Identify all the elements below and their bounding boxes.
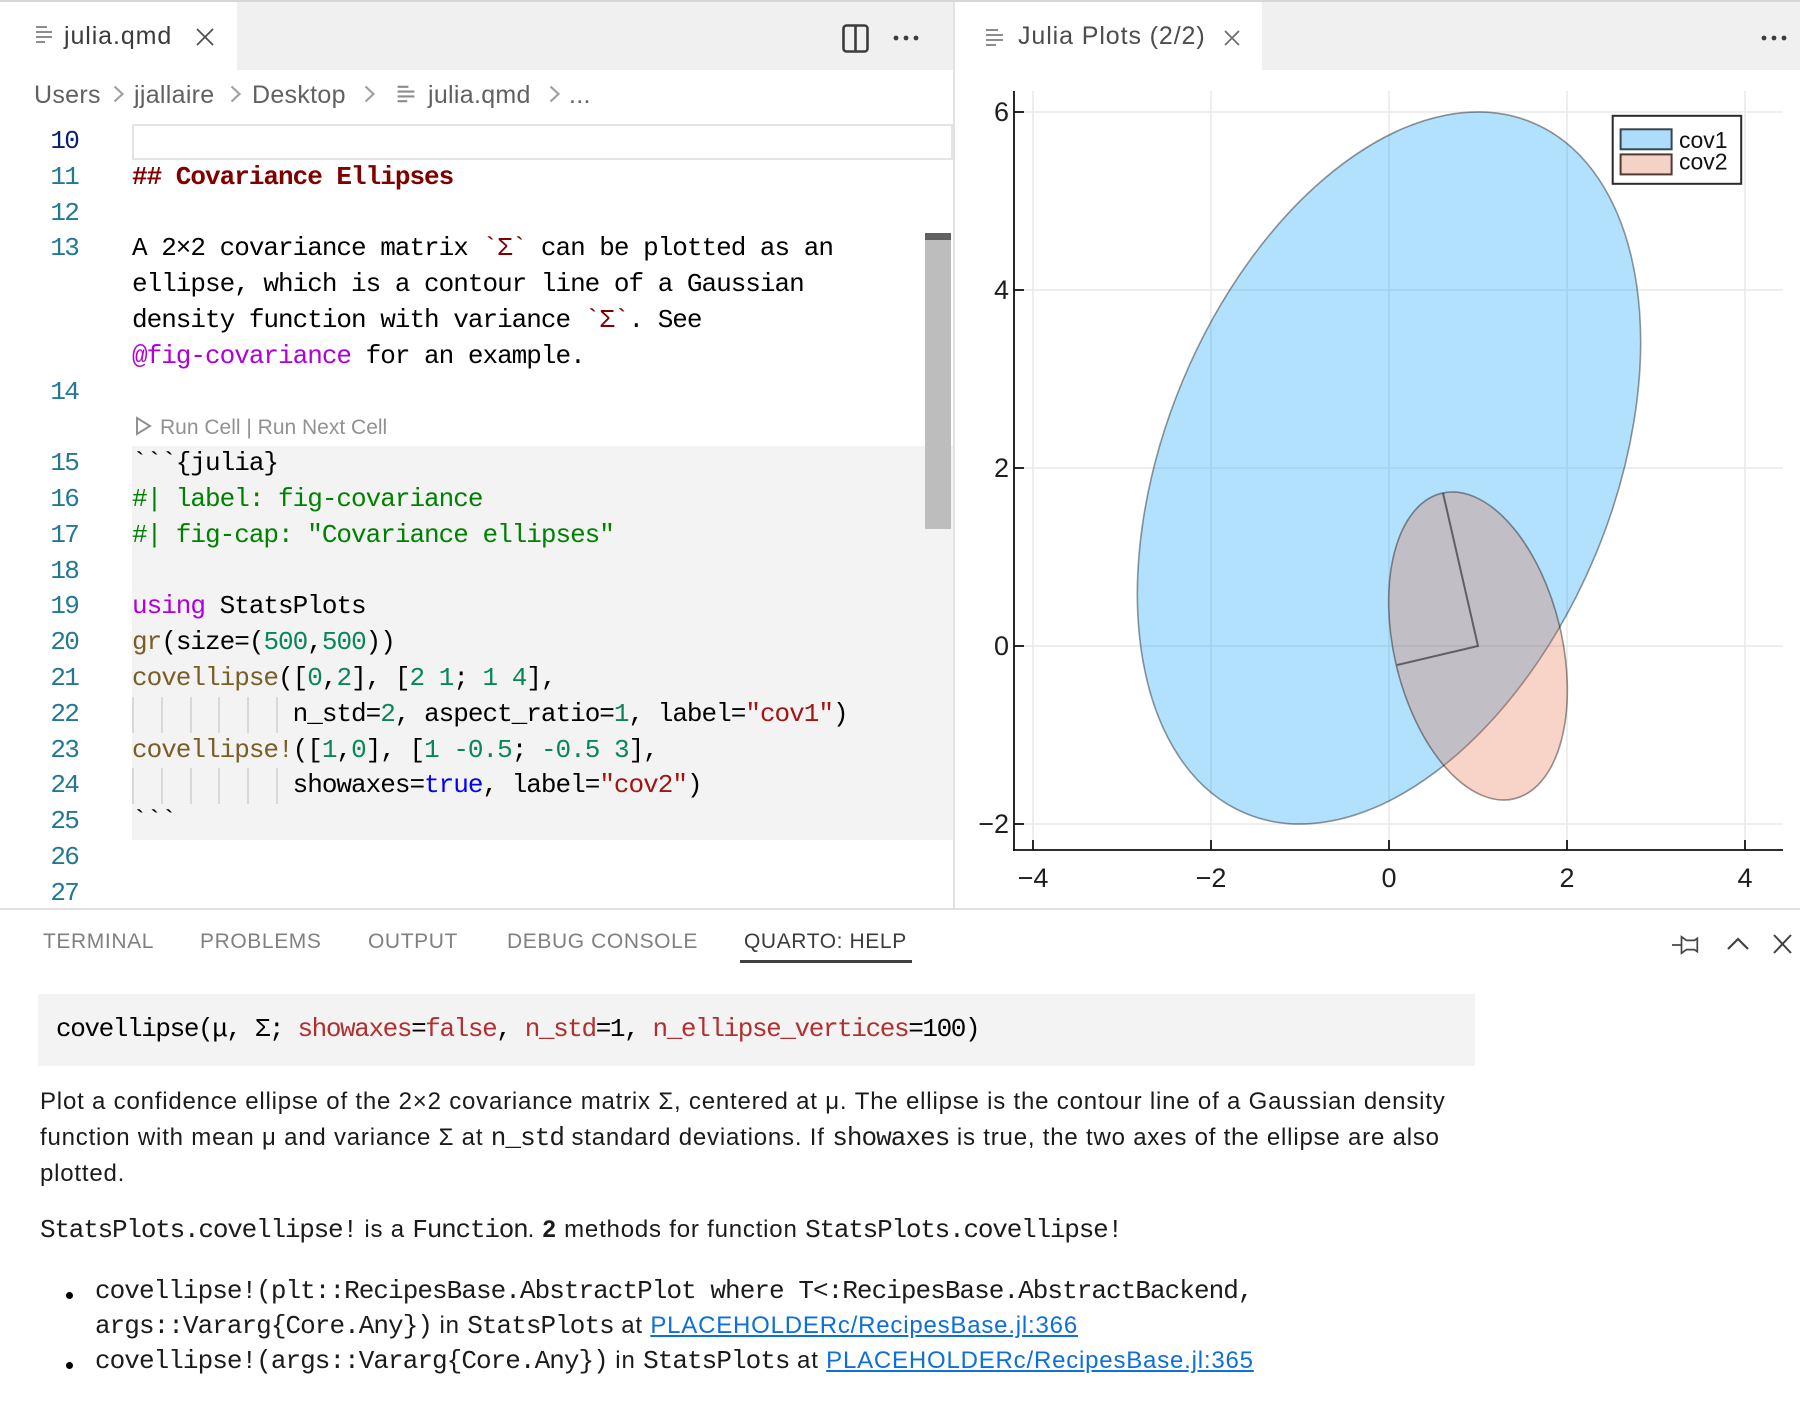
svg-text:−2: −2	[978, 809, 1009, 839]
svg-text:cov2: cov2	[1679, 149, 1728, 175]
svg-text:−2: −2	[1196, 863, 1227, 893]
svg-text:2: 2	[994, 453, 1009, 483]
svg-text:0: 0	[1381, 863, 1396, 893]
svg-text:4: 4	[994, 275, 1009, 305]
svg-text:6: 6	[994, 97, 1009, 127]
svg-text:−4: −4	[1018, 863, 1049, 893]
svg-text:0: 0	[994, 631, 1009, 661]
svg-text:2: 2	[1559, 863, 1574, 893]
svg-text:4: 4	[1737, 863, 1752, 893]
